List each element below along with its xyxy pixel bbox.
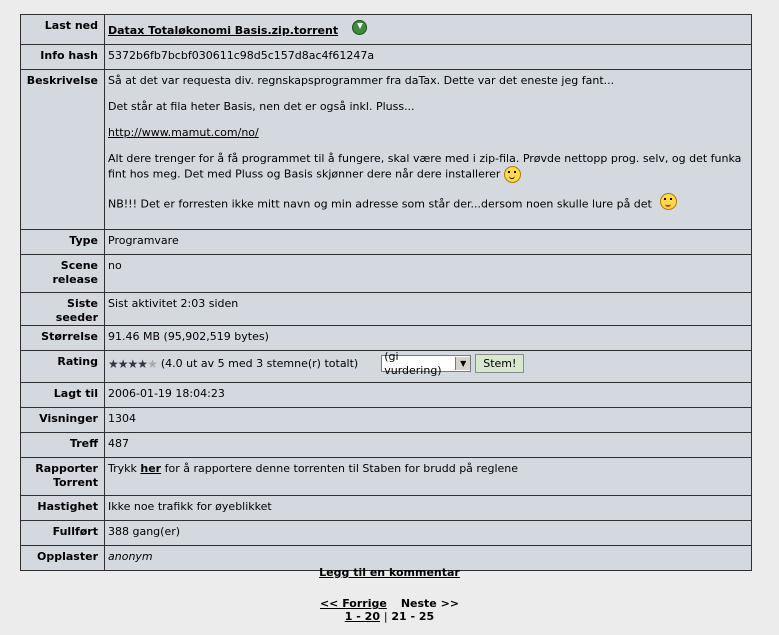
siste-seeder-value: Sist aktivitet 2:03 siden [104,292,752,326]
download-icon[interactable] [351,20,367,35]
row-beskrivelse: Beskrivelse Så at det var requesta div. … [20,69,752,230]
lagt-til-value: 2006-01-19 18:04:23 [104,382,752,408]
row-fullfort: Fullført 388 gang(er) [20,520,752,546]
rating-stars: ★★★★★ [108,356,158,371]
label-visninger: Visninger [20,407,105,433]
label-info-hash: Info hash [20,44,105,70]
page-range-link[interactable]: 21 - 25 [391,610,434,623]
add-comment-link[interactable]: Legg til en kommentar [319,566,460,579]
rating-widget: ★★★★★ (4.0 ut av 5 med 3 stemne(r) total… [108,350,747,377]
rating-select[interactable]: (gi vurdering) ▼ [381,350,472,377]
row-hastighet: Hastighet Ikke noe trafikk for øyeblikke… [20,495,752,521]
rapporter-value: Trykk her for å rapportere denne torrent… [104,457,752,496]
star-icon: ★ [137,356,148,371]
vote-button[interactable]: Stem! [475,354,525,373]
next-page-text[interactable]: Neste >> [401,597,459,610]
label-beskrivelse: Beskrivelse [20,69,105,230]
description-line: NB!!! Det er forresten ikke mitt navn og… [108,197,652,211]
rapporter-text: for å rapportere denne torrenten til Sta… [161,462,519,475]
star-empty-icon: ★ [147,356,158,371]
info-hash-value: 5372b6fb7bcbf030611c98d5c157d8ac4f61247a [104,44,752,70]
pagination-nav: << Forrige Neste >> [0,597,779,610]
report-link[interactable]: her [140,462,161,475]
star-icon: ★ [117,356,129,371]
label-hastighet: Hastighet [20,495,105,521]
row-visninger: Visninger 1304 [20,407,752,433]
row-last-ned: Last ned Datax Totaløkonomi Basis.zip.to… [20,14,752,45]
row-scene-release: Scene release no [20,254,752,293]
smiley-icon [504,166,522,183]
page-separator: | [383,610,388,623]
label-rating: Rating [20,350,105,383]
row-rating: Rating ★★★★★ (4.0 ut av 5 med 3 stemne(r… [20,350,752,383]
description: Så at det var requesta div. regnskapspro… [104,69,752,230]
scene-release-value: no [104,254,752,293]
add-comment-area: Legg til en kommentar [0,566,779,579]
rating-select-value: (gi vurdering) [384,349,442,377]
row-siste-seeder: Siste seeder Sist aktivitet 2:03 siden [20,292,752,326]
description-url[interactable]: http://www.mamut.com/no/ [108,126,259,139]
label-type: Type [20,229,105,255]
label-fullfort: Fullført [20,520,105,546]
torrent-download-link[interactable]: Datax Totaløkonomi Basis.zip.torrent [108,24,338,37]
row-treff: Treff 487 [20,432,752,458]
description-line: Det står at fila heter Basis, nen det er… [108,100,415,113]
storrelse-value: 91.46 MB (95,902,519 bytes) [104,325,752,351]
hastighet-value: Ikke noe trafikk for øyeblikket [104,495,752,521]
label-treff: Treff [20,432,105,458]
fullfort-value: 388 gang(er) [104,520,752,546]
label-storrelse: Størrelse [20,325,105,351]
row-storrelse: Størrelse 91.46 MB (95,902,519 bytes) [20,325,752,351]
visninger-value: 1304 [104,407,752,433]
label-rapporter: Rapporter Torrent [20,457,105,496]
tongue-smiley-icon [659,193,677,210]
rapporter-text: Trykk [108,462,141,475]
rating-text: (4.0 ut av 5 med 3 stemne(r) totalt) [160,356,359,370]
row-lagt-til: Lagt til 2006-01-19 18:04:23 [20,382,752,408]
row-info-hash: Info hash 5372b6fb7bcbf030611c98d5c157d8… [20,44,752,70]
label-last-ned: Last ned [20,14,105,45]
row-rapporter: Rapporter Torrent Trykk her for å rappor… [20,457,752,496]
dropdown-arrow-icon[interactable]: ▼ [455,357,471,370]
star-icon: ★ [108,356,119,371]
page-range-current[interactable]: 1 - 20 [345,610,380,623]
star-icon: ★ [127,356,139,371]
row-type: Type Programvare [20,229,752,255]
torrent-details: Last ned Datax Totaløkonomi Basis.zip.to… [20,14,752,571]
treff-value: 487 [104,432,752,458]
page-list: 1 - 20 | 21 - 25 [0,610,779,623]
description-line: Alt dere trenger for å få programmet til… [108,152,742,181]
label-scene-release: Scene release [20,254,105,293]
prev-page-link[interactable]: << Forrige [320,597,387,610]
label-siste-seeder: Siste seeder [20,292,105,326]
details-table: Last ned Datax Totaløkonomi Basis.zip.to… [20,14,752,571]
label-lagt-til: Lagt til [20,382,105,408]
description-line: Så at det var requesta div. regnskapspro… [108,74,615,87]
type-value: Programvare [104,229,752,255]
